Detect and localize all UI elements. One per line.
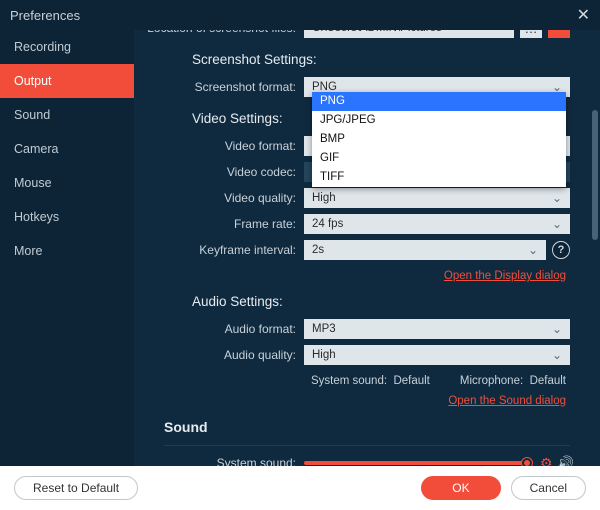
body: Recording Output Sound Camera Mouse Hotk… [0, 30, 600, 466]
open-sound-dialog-link[interactable]: Open the Sound dialog [448, 395, 566, 407]
dropdown-option-gif[interactable]: GIF [312, 149, 566, 168]
gear-icon[interactable]: ⚙ [540, 455, 553, 467]
preferences-window: Preferences ✕ Recording Output Sound Cam… [0, 0, 600, 510]
video-quality-select[interactable]: High⌄ [304, 188, 570, 208]
screenshot-format-label: Screenshot format: [134, 80, 304, 94]
system-sound-slider[interactable] [304, 461, 532, 465]
frame-rate-label: Frame rate: [134, 217, 304, 231]
video-format-label: Video format: [134, 139, 304, 153]
sidebar-item-more[interactable]: More [0, 234, 134, 268]
reset-to-default-button[interactable]: Reset to Default [14, 476, 138, 500]
audio-settings-heading: Audio Settings: [134, 284, 588, 317]
sidebar-item-label: Sound [14, 108, 50, 122]
sidebar-item-label: Output [14, 74, 52, 88]
chevron-down-icon: ⌄ [552, 348, 562, 362]
dropdown-option-jpg[interactable]: JPG/JPEG [312, 111, 566, 130]
cancel-button[interactable]: Cancel [511, 476, 586, 500]
sidebar-item-label: More [14, 244, 42, 258]
help-icon[interactable]: ? [552, 241, 570, 259]
open-folder-button[interactable] [548, 30, 570, 38]
chevron-down-icon: ⌄ [552, 322, 562, 336]
screenshot-settings-heading: Screenshot Settings: [134, 42, 588, 75]
sidebar-item-hotkeys[interactable]: Hotkeys [0, 200, 134, 234]
open-display-dialog-link[interactable]: Open the Display dialog [444, 270, 566, 282]
browse-button[interactable]: … [520, 30, 542, 38]
sidebar-item-label: Mouse [14, 176, 52, 190]
audio-quality-label: Audio quality: [134, 348, 304, 362]
close-icon[interactable]: ✕ [577, 5, 590, 25]
window-title: Preferences [10, 8, 80, 23]
sidebar: Recording Output Sound Camera Mouse Hotk… [0, 30, 134, 466]
screenshot-location-label: Location of screenshot files: [134, 30, 304, 35]
system-sound-label: System sound: [134, 456, 304, 466]
sidebar-item-camera[interactable]: Camera [0, 132, 134, 166]
audio-quality-select[interactable]: High⌄ [304, 345, 570, 365]
footer: Reset to Default OK Cancel [0, 466, 600, 510]
ok-button[interactable]: OK [421, 476, 500, 500]
main-panel: Location of screenshot files: C:\Users\A… [134, 30, 600, 466]
video-quality-label: Video quality: [134, 191, 304, 205]
slider-knob[interactable] [522, 458, 532, 466]
sidebar-item-sound[interactable]: Sound [0, 98, 134, 132]
keyframe-label: Keyframe interval: [134, 243, 304, 257]
sound-heading: Sound [134, 409, 588, 443]
chevron-down-icon: ⌄ [528, 243, 538, 257]
audio-format-select[interactable]: MP3⌄ [304, 319, 570, 339]
sidebar-item-label: Hotkeys [14, 210, 59, 224]
screenshot-format-dropdown[interactable]: PNG JPG/JPEG BMP GIF TIFF [312, 92, 566, 187]
sidebar-item-label: Camera [14, 142, 58, 156]
sidebar-item-label: Recording [14, 40, 71, 54]
dropdown-option-bmp[interactable]: BMP [312, 130, 566, 149]
dropdown-option-png[interactable]: PNG [312, 92, 566, 111]
screenshot-location-field[interactable]: C:\Users\ADMIN\Pictures [304, 30, 514, 38]
sidebar-item-mouse[interactable]: Mouse [0, 166, 134, 200]
chevron-down-icon: ⌄ [552, 217, 562, 231]
speaker-icon[interactable]: 🔊 [557, 455, 574, 467]
scrollbar-thumb[interactable] [592, 110, 598, 240]
titlebar: Preferences ✕ [0, 0, 600, 30]
sidebar-item-recording[interactable]: Recording [0, 30, 134, 64]
video-codec-label: Video codec: [134, 165, 304, 179]
sidebar-item-output[interactable]: Output [0, 64, 134, 98]
frame-rate-select[interactable]: 24 fps⌄ [304, 214, 570, 234]
dropdown-option-tiff[interactable]: TIFF [312, 168, 566, 187]
audio-format-label: Audio format: [134, 322, 304, 336]
keyframe-select[interactable]: 2s⌄ [304, 240, 546, 260]
audio-defaults-row: System sound: Default Microphone: Defaul… [134, 369, 588, 389]
chevron-down-icon: ⌄ [552, 191, 562, 205]
